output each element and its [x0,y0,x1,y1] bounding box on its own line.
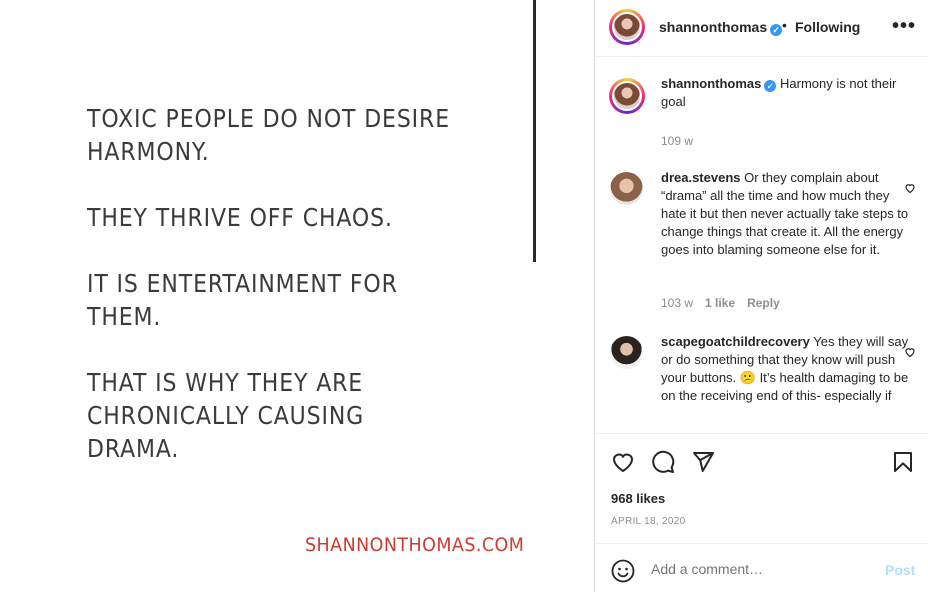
post-header: shannonthomas ✓ • Following ••• [595,0,928,57]
quote-line-3: IT IS ENTERTAINMENT FOR THEM. [87,269,398,331]
avatar[interactable] [610,172,643,205]
post-date[interactable]: APRIL 18, 2020 [611,516,685,527]
website-watermark: SHANNONTHOMAS.COM [305,534,525,556]
caption-age-text[interactable]: 109 w [661,134,693,148]
separator-dot: • [782,17,787,33]
post-image[interactable]: TOXIC PEOPLE DO NOT DESIRE HARMONY. THEY… [0,0,594,592]
quote-line-4: THAT IS WHY THEY ARE CHRONICALLY CAUSING… [87,368,365,463]
comment-likes[interactable]: 1 like [705,296,735,310]
avatar[interactable] [610,336,643,369]
like-heart-icon[interactable] [611,450,635,474]
comment-icon[interactable] [651,450,675,474]
caption-text: shannonthomas ✓ Harmony is not their goal [661,75,913,111]
comment-age[interactable]: 103 w [661,296,693,310]
emoji-icon[interactable] [611,559,635,583]
comment-username[interactable]: drea.stevens [661,170,741,185]
like-comment-heart-icon[interactable] [904,346,916,358]
avatar[interactable] [609,9,645,45]
post-comment-button[interactable]: Post [885,562,915,578]
caption-age: 109 w [661,134,693,148]
comment-meta: 103 w 1 like Reply [661,296,780,310]
verified-badge-icon: ✓ [764,80,777,92]
comment-input[interactable] [651,561,871,577]
quote-line-2: THEY THRIVE OFF CHAOS. [87,203,393,232]
likes-count[interactable]: 968 likes [611,491,665,506]
following-button[interactable]: Following [795,19,860,35]
post-actions: 968 likes APRIL 18, 2020 [595,433,928,544]
quote-line-1: TOXIC PEOPLE DO NOT DESIRE HARMONY. [87,104,450,166]
comment-text: scapegoatchildrecovery Yes they will say… [661,333,913,405]
header-username[interactable]: shannonthomas ✓ [659,19,783,36]
caption-username[interactable]: shannonthomas [661,76,761,91]
divider-line [533,0,536,262]
more-options-icon[interactable]: ••• [892,15,916,38]
like-comment-heart-icon[interactable] [904,182,916,194]
verified-badge-icon: ✓ [770,24,783,36]
reply-button[interactable]: Reply [747,296,780,310]
post-side-panel: shannonthomas ✓ • Following ••• shannonth… [594,0,928,592]
share-icon[interactable] [691,450,715,474]
add-comment-bar: Post [595,543,928,593]
comment-username[interactable]: scapegoatchildrecovery [661,334,810,349]
bookmark-icon[interactable] [891,450,915,474]
header-username-text[interactable]: shannonthomas [659,19,767,35]
comment-text: drea.stevens Or they complain about “dra… [661,169,913,259]
avatar[interactable] [609,78,645,114]
comments-list[interactable]: shannonthomas ✓ Harmony is not their goal… [595,57,928,433]
